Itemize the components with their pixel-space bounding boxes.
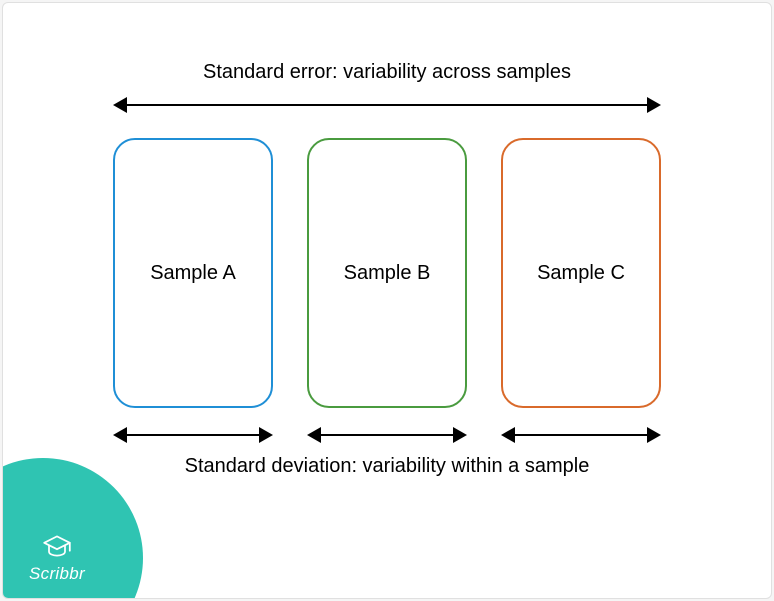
sample-a-arrow	[113, 425, 273, 445]
standard-deviation-label: Standard deviation: variability within a…	[3, 455, 771, 478]
arrow-line	[317, 434, 457, 436]
sample-b-label: Sample B	[344, 262, 431, 285]
arrow-line	[123, 104, 651, 106]
samples-row: Sample A Sample B Sample C	[113, 138, 661, 408]
arrow-line	[123, 434, 263, 436]
sample-c-arrow	[501, 425, 661, 445]
diagram-card: Standard error: variability across sampl…	[2, 2, 772, 599]
graduation-cap-icon	[41, 532, 73, 560]
arrow-line	[511, 434, 651, 436]
diagram-area: Standard error: variability across sampl…	[3, 3, 771, 598]
brand-logo: Scribbr	[29, 532, 85, 584]
sample-a-label: Sample A	[150, 262, 236, 285]
sample-b-box: Sample B	[307, 138, 467, 408]
sample-a-box: Sample A	[113, 138, 273, 408]
sample-c-label: Sample C	[537, 262, 625, 285]
standard-error-label: Standard error: variability across sampl…	[3, 61, 771, 84]
sample-b-arrow	[307, 425, 467, 445]
arrow-right-head-icon	[647, 97, 661, 113]
sample-c-box: Sample C	[501, 138, 661, 408]
brand-name: Scribbr	[29, 564, 85, 584]
within-sample-arrows	[113, 425, 661, 445]
arrow-right-head-icon	[647, 427, 661, 443]
across-samples-arrow	[113, 95, 661, 115]
arrow-right-head-icon	[259, 427, 273, 443]
arrow-right-head-icon	[453, 427, 467, 443]
